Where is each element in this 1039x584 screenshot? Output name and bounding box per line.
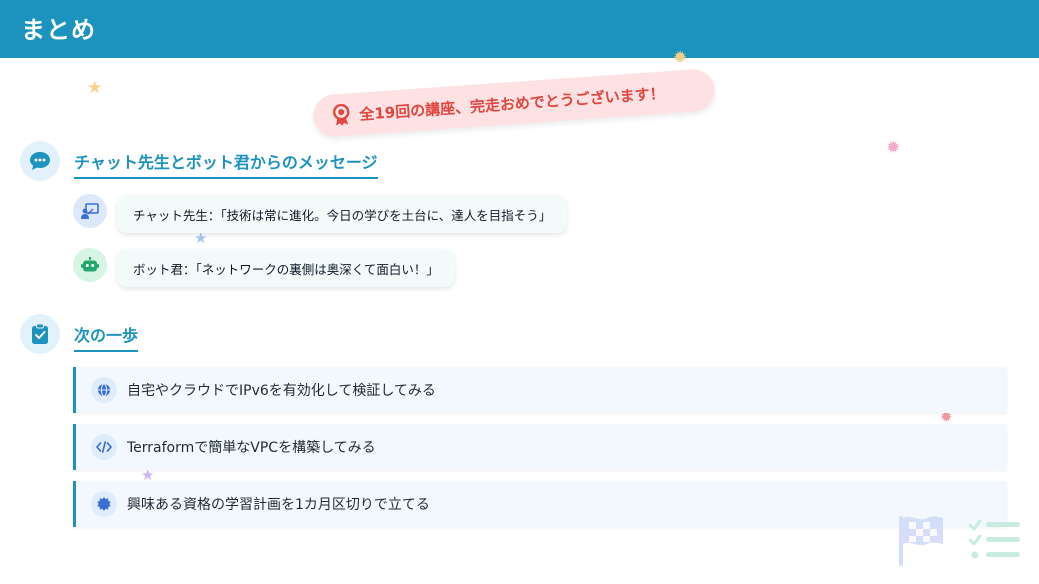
star-decoration-icon: ★ [87, 78, 103, 98]
robot-message: ボット君：「ネットワークの裏側は奥深くて面白い！」 [117, 249, 455, 287]
messages-section-title: チャット先生とボット君からのメッセージ [74, 149, 378, 179]
page-title: まとめ [21, 16, 96, 44]
teacher-avatar [73, 194, 107, 228]
celebration-banner: 全19回の講座、完走おめでとうございます！ [312, 68, 716, 138]
clipboard-check-icon [20, 314, 60, 354]
chat-bubble-icon [20, 141, 60, 181]
teacher-message: チャット先生：「技術は常に進化。今日の学びを土台に、達人を目指そう」 [117, 195, 568, 233]
robot-icon [81, 257, 99, 272]
celebration-text: 全19回の講座、完走おめでとうございます！ [358, 83, 666, 124]
next-steps-section-title: 次の一歩 [74, 322, 139, 352]
next-step-item: Terraformで簡単なVPCを構築してみる [73, 424, 1007, 470]
header-bar: まとめ [0, 0, 1039, 58]
checkered-flag-icon [899, 516, 943, 566]
summary-page: まとめ ★ ✹ ✹ ★ ✹ ★ 全19回の講座、完走おめでとうございます！ チャ… [0, 0, 1039, 584]
checklist-icon [968, 519, 1020, 559]
badge-icon [91, 491, 117, 517]
code-icon [91, 434, 117, 460]
gear-decoration-icon: ✹ [886, 138, 901, 158]
robot-avatar [73, 248, 107, 282]
next-step-item: 自宅やクラウドでIPv6を有効化して検証してみる [73, 367, 1007, 413]
gear-decoration-icon: ✹ [673, 48, 688, 68]
next-step-text: 興味ある資格の学習計画を1カ月区切りで立てる [127, 497, 430, 513]
globe-icon [91, 377, 117, 403]
next-step-text: Terraformで簡単なVPCを構築してみる [127, 440, 376, 456]
star-decoration-icon: ★ [194, 229, 208, 247]
teacher-icon [81, 203, 99, 219]
next-step-text: 自宅やクラウドでIPv6を有効化して検証してみる [127, 383, 436, 399]
next-step-item: 興味ある資格の学習計画を1カ月区切りで立てる [73, 481, 1007, 527]
award-medal-icon [333, 103, 350, 127]
